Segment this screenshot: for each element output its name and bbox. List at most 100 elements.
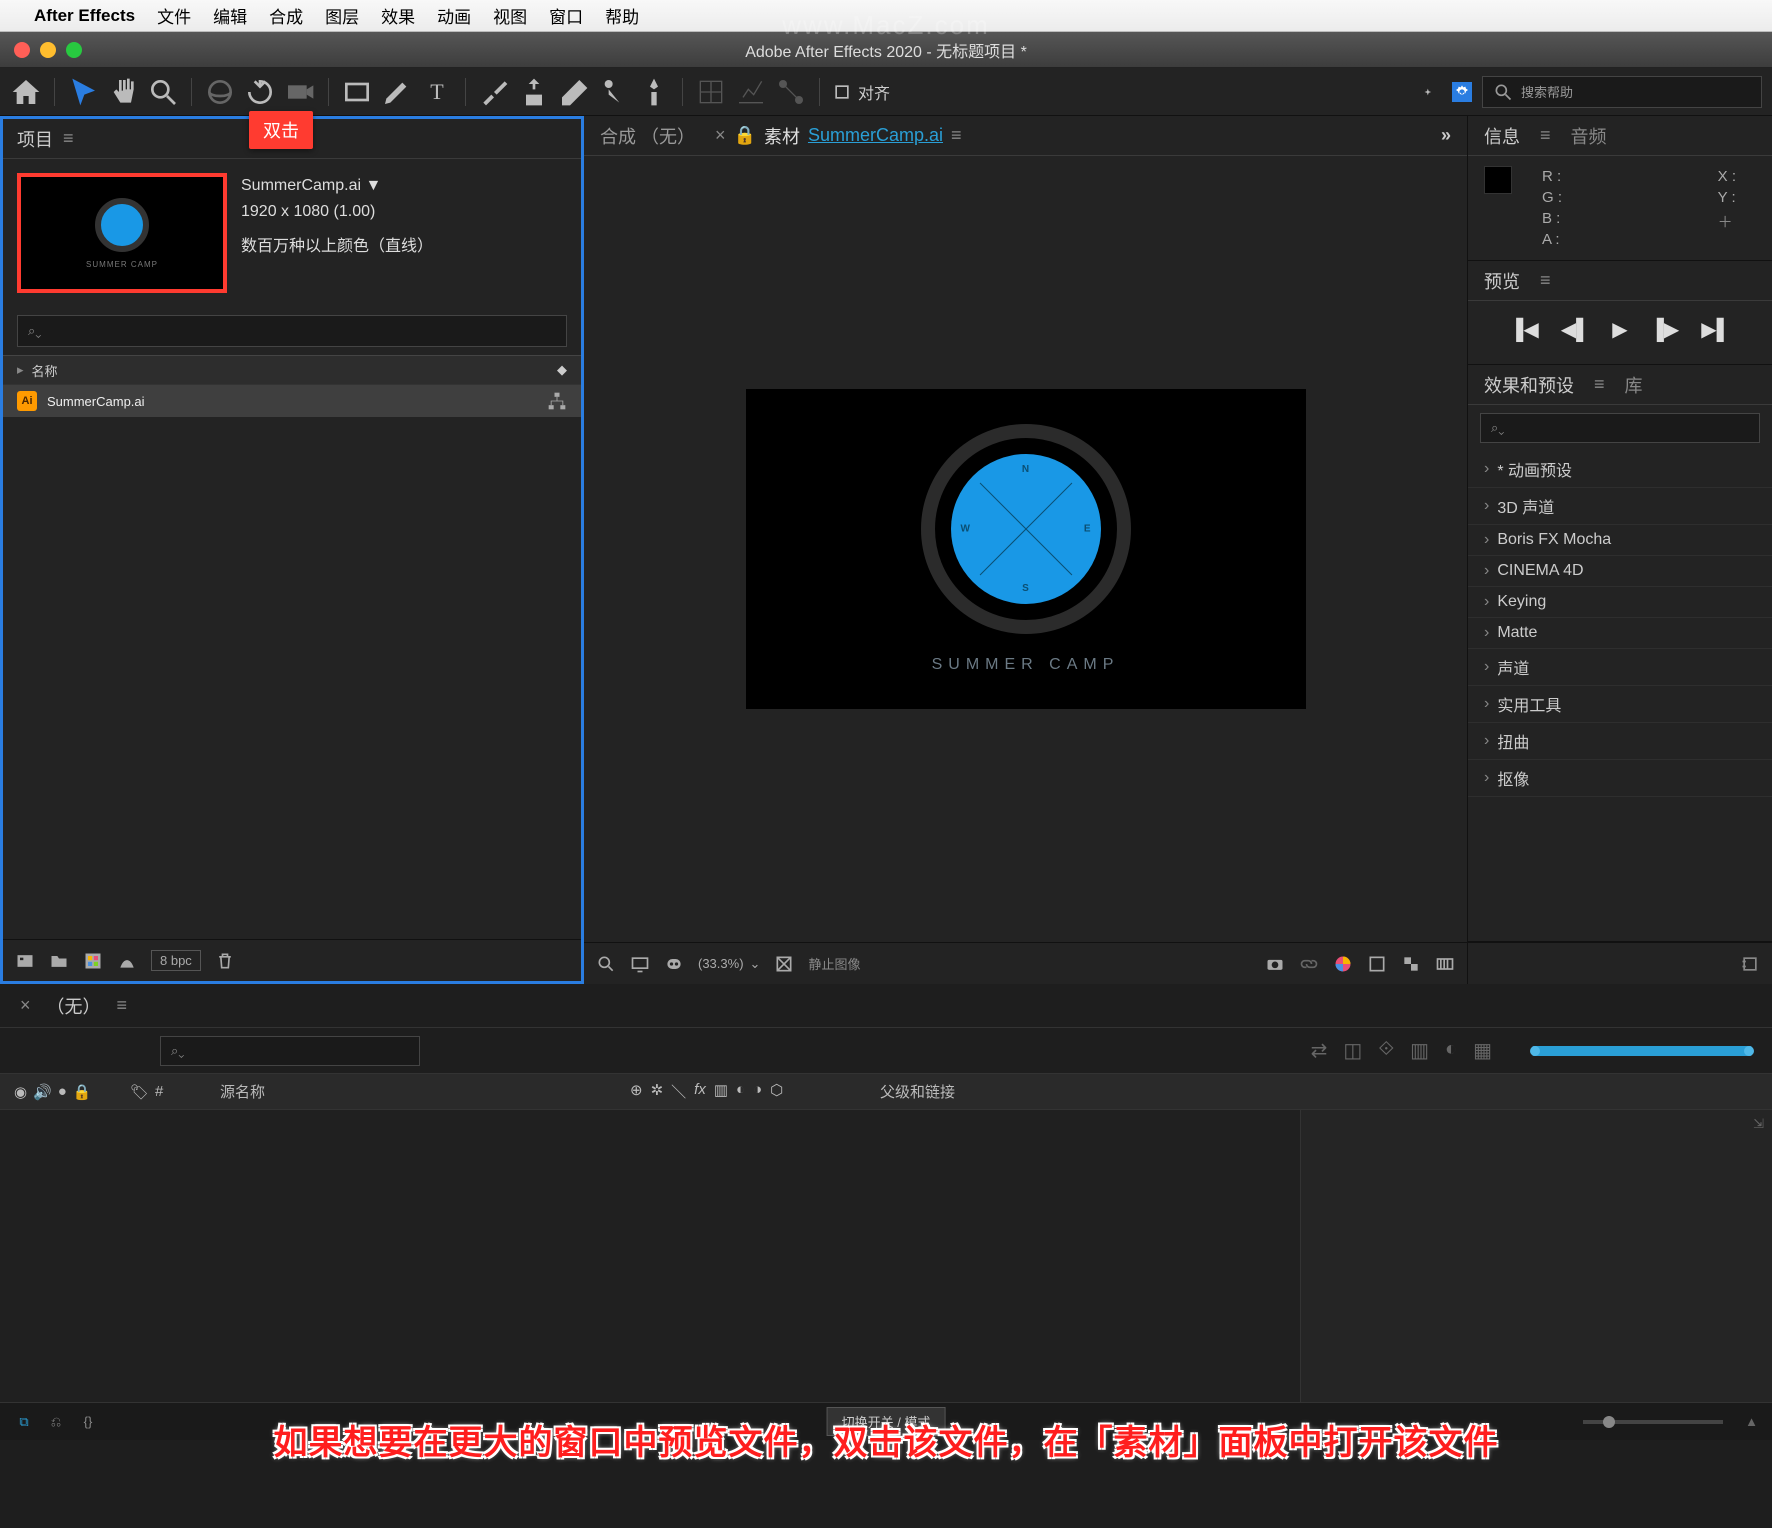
solo-icon[interactable]: ● [58, 1083, 67, 1101]
display-icon[interactable] [630, 954, 650, 974]
link-icon[interactable] [1299, 954, 1319, 974]
channel-icon[interactable] [774, 954, 794, 974]
menu-help[interactable]: 帮助 [605, 3, 639, 28]
tabs-overflow-icon[interactable]: » [1441, 125, 1451, 146]
column-type-icon[interactable]: ◆ [527, 362, 567, 378]
asset-thumbnail[interactable]: SUMMER CAMP [17, 173, 227, 293]
window-close-button[interactable] [14, 42, 30, 58]
tab-footage-filename[interactable]: SummerCamp.ai [808, 125, 943, 146]
brush-tool-icon[interactable] [478, 76, 510, 108]
node-icon[interactable] [775, 76, 807, 108]
orbit-tool-icon[interactable] [204, 76, 236, 108]
zoom-tool-icon[interactable] [147, 76, 179, 108]
search-help-input[interactable]: 搜索帮助 [1482, 76, 1762, 108]
project-search-input[interactable]: ⌕⌄ [17, 315, 567, 347]
close-tab-icon[interactable]: × [20, 995, 31, 1016]
new-folder-icon[interactable] [49, 951, 69, 971]
trash-icon[interactable] [215, 951, 235, 971]
camera-icon[interactable] [1265, 954, 1285, 974]
draft3d-icon[interactable]: ◫ [1343, 1038, 1362, 1063]
motion-blur-icon[interactable]: ◐ [1445, 1038, 1457, 1063]
effects-category[interactable]: * 动画预设 [1468, 451, 1772, 488]
effects-category[interactable]: 扭曲 [1468, 723, 1772, 760]
panel-menu-icon[interactable]: ≡ [1540, 270, 1551, 291]
adjustment-icon[interactable] [117, 951, 137, 971]
color-depth-button[interactable]: 8 bpc [151, 950, 201, 971]
camera-tool-icon[interactable] [284, 76, 316, 108]
graph-editor-icon[interactable]: ▦ [1473, 1038, 1492, 1063]
first-frame-icon[interactable]: ▐◀ [1509, 317, 1539, 342]
timeline-layers-area[interactable] [0, 1110, 1300, 1402]
switch-icon[interactable]: fx [694, 1081, 706, 1102]
eye-icon[interactable]: ◉ [14, 1083, 27, 1101]
menu-animation[interactable]: 动画 [437, 3, 471, 28]
puppet-tool-icon[interactable] [638, 76, 670, 108]
tab-project[interactable]: 项目 [17, 120, 53, 158]
switch-icon[interactable]: ✲ [651, 1081, 664, 1102]
close-tab-icon[interactable]: × [715, 125, 726, 146]
zoom-dropdown[interactable]: (33.3%) ⌄ [698, 956, 760, 972]
timeline-search-input[interactable]: ⌕⌄ [160, 1036, 420, 1066]
timeline-tracks-area[interactable]: ⇲ [1300, 1110, 1772, 1402]
timecode-icon[interactable] [1435, 954, 1455, 974]
effects-search-input[interactable]: ⌕⌄ [1480, 413, 1760, 443]
eraser-tool-icon[interactable] [558, 76, 590, 108]
switch-icon[interactable]: ▥ [714, 1081, 728, 1102]
composition-viewer[interactable]: N S E W SUMMER CAMP [584, 156, 1467, 942]
tab-info[interactable]: 信息 [1484, 123, 1520, 149]
play-icon[interactable]: ▶ [1612, 317, 1627, 342]
switch-icon[interactable]: ◐ [736, 1081, 745, 1102]
effects-category[interactable]: 实用工具 [1468, 686, 1772, 723]
menu-layer[interactable]: 图层 [325, 3, 359, 28]
prev-frame-icon[interactable]: ◀▌ [1561, 317, 1591, 342]
panel-menu-icon[interactable]: ≡ [951, 125, 962, 146]
settings-icon[interactable] [1452, 82, 1472, 102]
speaker-icon[interactable]: 🔊 [33, 1083, 52, 1101]
next-frame-icon[interactable]: ▐▶ [1650, 317, 1680, 342]
list-item[interactable]: Ai SummerCamp.ai [3, 385, 581, 417]
tab-library[interactable]: 库 [1625, 372, 1643, 398]
selection-tool-icon[interactable] [67, 76, 99, 108]
timeline-navigator[interactable] [1532, 1046, 1752, 1056]
panel-menu-icon[interactable]: ≡ [117, 995, 128, 1016]
interpret-footage-icon[interactable] [15, 951, 35, 971]
comp-mini-flowchart-icon[interactable]: ⇄ [1311, 1038, 1328, 1063]
column-name-header[interactable]: 名称 [32, 361, 527, 380]
home-icon[interactable] [10, 76, 42, 108]
effects-category[interactable]: Boris FX Mocha [1468, 525, 1772, 556]
effects-category[interactable]: 声道 [1468, 649, 1772, 686]
flowchart-icon[interactable] [547, 391, 567, 411]
clone-stamp-icon[interactable] [518, 76, 550, 108]
effects-category[interactable]: Matte [1468, 618, 1772, 649]
effects-category[interactable]: 3D 声道 [1468, 488, 1772, 525]
lock-icon[interactable]: 🔒 [73, 1083, 92, 1101]
panel-menu-icon[interactable]: ≡ [63, 128, 74, 149]
collapse-icon[interactable]: ⇲ [1753, 1116, 1764, 1132]
app-name[interactable]: After Effects [34, 6, 135, 26]
tag-icon[interactable]: 🏷 [130, 1083, 149, 1101]
effects-category[interactable]: 抠像 [1468, 760, 1772, 797]
snap-icon[interactable] [832, 82, 852, 102]
graph-icon[interactable] [735, 76, 767, 108]
grid-icon[interactable] [1367, 954, 1387, 974]
tab-footage-active[interactable]: × 🔒 素材 SummerCamp.ai ≡ [715, 123, 962, 149]
magnify-icon[interactable] [596, 954, 616, 974]
new-comp-icon[interactable] [83, 951, 103, 971]
switch-icon[interactable]: ◑ [753, 1081, 762, 1102]
panel-menu-icon[interactable]: ≡ [1594, 374, 1605, 395]
menu-composition[interactable]: 合成 [269, 3, 303, 28]
wand-icon[interactable] [1422, 82, 1442, 102]
lock-icon[interactable]: 🔒 [734, 125, 756, 146]
menu-file[interactable]: 文件 [157, 3, 191, 28]
tab-timeline-none[interactable]: （无） [47, 993, 101, 1019]
menu-view[interactable]: 视图 [493, 3, 527, 28]
parent-link-header[interactable]: 父级和链接 [870, 1081, 1030, 1102]
window-minimize-button[interactable] [40, 42, 56, 58]
tab-preview[interactable]: 预览 [1484, 268, 1520, 294]
source-name-header[interactable]: 源名称 [210, 1081, 630, 1102]
window-maximize-button[interactable] [66, 42, 82, 58]
pen-tool-icon[interactable] [381, 76, 413, 108]
menu-window[interactable]: 窗口 [549, 3, 583, 28]
tab-audio[interactable]: 音频 [1571, 123, 1607, 149]
mask-icon[interactable] [664, 954, 684, 974]
